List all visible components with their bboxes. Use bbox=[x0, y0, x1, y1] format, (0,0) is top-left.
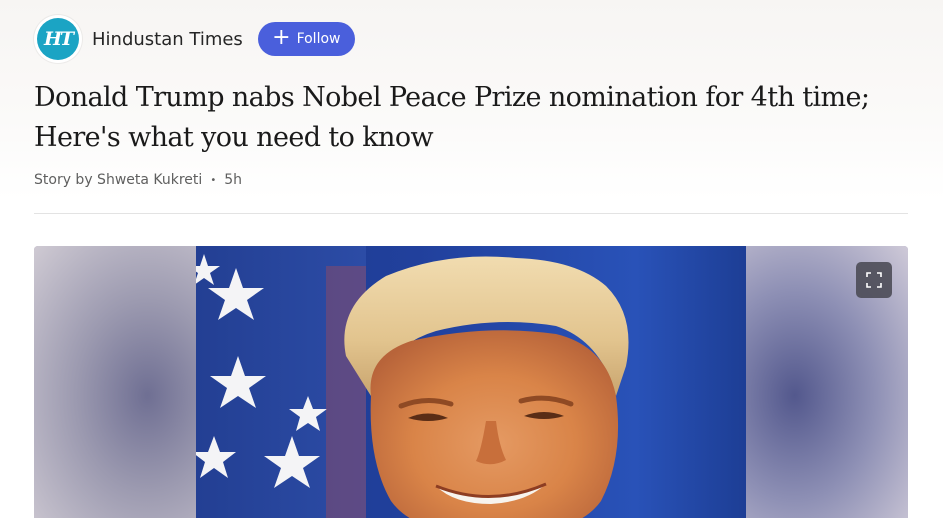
publisher-header: HT Hindustan Times + Follow bbox=[34, 15, 355, 63]
ht-logo-icon: HT bbox=[37, 18, 79, 60]
article-byline: Story by Shweta Kukreti • 5h bbox=[34, 172, 242, 188]
article-hero-image[interactable] bbox=[34, 246, 908, 518]
image-blur-left bbox=[34, 246, 196, 518]
plus-icon: + bbox=[272, 25, 291, 50]
byline-author[interactable]: Story by Shweta Kukreti bbox=[34, 172, 202, 188]
byline-time: 5h bbox=[224, 172, 242, 188]
article-headline: Donald Trump nabs Nobel Peace Prize nomi… bbox=[34, 82, 870, 153]
publisher-logo[interactable]: HT bbox=[34, 15, 82, 63]
byline-separator: • bbox=[210, 174, 217, 186]
portrait-illustration bbox=[196, 246, 629, 518]
logo-text: HT bbox=[43, 28, 74, 50]
fullscreen-icon bbox=[866, 272, 882, 288]
follow-button[interactable]: + Follow bbox=[257, 22, 355, 56]
publisher-name[interactable]: Hindustan Times bbox=[92, 29, 243, 50]
header-divider bbox=[34, 213, 908, 214]
fullscreen-button[interactable] bbox=[856, 262, 892, 298]
follow-label: Follow bbox=[296, 31, 341, 47]
hero-photo bbox=[196, 246, 746, 518]
